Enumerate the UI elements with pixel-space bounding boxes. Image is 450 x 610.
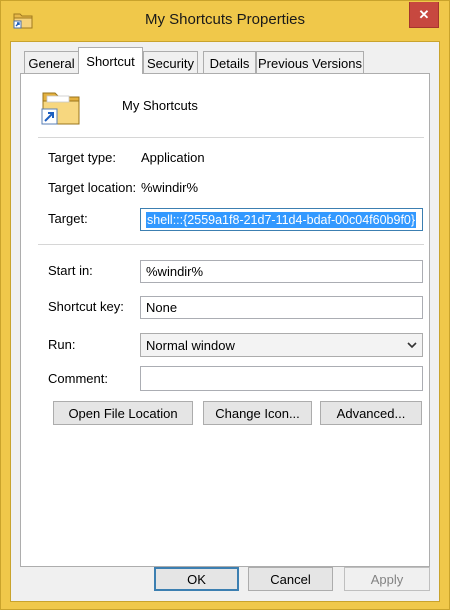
separator (38, 244, 424, 245)
separator (38, 137, 424, 138)
tab-previous-versions[interactable]: Previous Versions (256, 51, 364, 74)
title-bar[interactable]: My Shortcuts Properties ✕ (1, 1, 449, 41)
change-icon-button[interactable]: Change Icon... (203, 401, 312, 425)
button-label: Open File Location (68, 405, 178, 421)
open-file-location-button[interactable]: Open File Location (53, 401, 193, 425)
folder-shortcut-icon (41, 88, 81, 129)
chevron-down-icon (405, 337, 419, 352)
target-type-label: Target type: (48, 150, 116, 165)
target-value: shell:::{2559a1f8-21d7-11d4-bdaf-00c04f6… (146, 211, 417, 228)
button-label: OK (187, 571, 206, 587)
properties-window: My Shortcuts Properties ✕ General Shortc… (0, 0, 450, 610)
advanced-button[interactable]: Advanced... (320, 401, 422, 425)
window-title: My Shortcuts Properties (144, 11, 306, 28)
ok-button[interactable]: OK (154, 567, 239, 591)
target-input[interactable]: shell:::{2559a1f8-21d7-11d4-bdaf-00c04f6… (140, 208, 423, 231)
target-label: Target: (48, 211, 88, 226)
shortcut-panel: My Shortcuts Target type: Application Ta… (20, 73, 430, 567)
close-icon: ✕ (418, 6, 430, 22)
button-label: Cancel (270, 571, 311, 587)
tab-label: Shortcut (86, 53, 135, 69)
tab-security[interactable]: Security (143, 51, 198, 74)
shortcut-key-label: Shortcut key: (48, 299, 124, 314)
tab-details[interactable]: Details (203, 51, 256, 74)
comment-input[interactable] (140, 366, 423, 391)
start-in-label: Start in: (48, 263, 93, 278)
start-in-value: %windir% (146, 264, 204, 279)
tab-label: Previous Versions (257, 55, 363, 71)
comment-label: Comment: (48, 371, 108, 386)
tab-general[interactable]: General (24, 51, 79, 74)
shortcut-key-input[interactable]: None (140, 296, 423, 319)
dialog-client: General Shortcut Security Details Previo… (10, 41, 440, 602)
tab-label: Security (147, 55, 194, 71)
target-location-label: Target location: (48, 180, 137, 195)
tab-label: Details (209, 55, 250, 71)
close-button[interactable]: ✕ (409, 2, 439, 28)
start-in-input[interactable]: %windir% (140, 260, 423, 283)
tab-shortcut[interactable]: Shortcut (78, 47, 143, 74)
button-label: Advanced... (336, 405, 406, 421)
cancel-button[interactable]: Cancel (248, 567, 333, 591)
apply-button[interactable]: Apply (344, 567, 430, 591)
tab-label: General (28, 55, 75, 71)
run-value: Normal window (146, 337, 235, 353)
shortcut-name: My Shortcuts (122, 98, 198, 113)
shortcut-key-value: None (146, 300, 178, 315)
button-label: Apply (370, 571, 404, 587)
run-label: Run: (48, 337, 76, 352)
target-location-value: %windir% (141, 180, 199, 195)
button-label: Change Icon... (215, 405, 300, 421)
target-type-value: Application (141, 150, 205, 165)
run-select[interactable]: Normal window (140, 333, 423, 357)
